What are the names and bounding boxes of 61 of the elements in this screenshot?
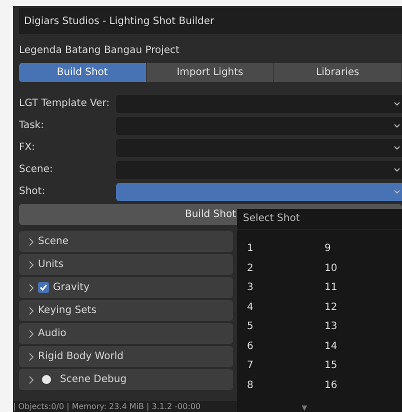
menu-item[interactable]: 6: [247, 336, 324, 356]
menu-item[interactable]: 11: [324, 278, 402, 298]
panel-label: Scene Debug: [60, 374, 127, 385]
menu-item[interactable]: 4: [247, 298, 324, 317]
menu-item[interactable]: 7: [247, 356, 324, 376]
panel-label: Rigid Body World: [38, 351, 124, 362]
chevron-right-icon: [29, 238, 34, 246]
panel-header[interactable]: Keying Sets: [19, 300, 233, 321]
menu-item[interactable]: 16: [324, 376, 402, 395]
dropdown-field[interactable]: [116, 160, 402, 178]
menu-item[interactable]: 8: [247, 376, 324, 395]
menu-item[interactable]: 13: [324, 317, 402, 336]
panel-header[interactable]: Units: [19, 254, 233, 275]
tab[interactable]: Import Lights: [146, 63, 274, 82]
status-text: | Objects:0/0 | Memory: 23.4 MiB | 3.1.2 -00:00: [13, 402, 201, 411]
project-label: Legenda Batang Bangau Project: [19, 44, 180, 58]
dropdown-field[interactable]: [116, 94, 402, 112]
panel-label: Keying Sets: [38, 305, 96, 316]
chevron-right-icon: [29, 306, 34, 314]
menu-item[interactable]: 15: [324, 356, 402, 376]
checkbox[interactable]: [38, 282, 49, 293]
chevron-right-icon: [29, 284, 34, 292]
menu-item[interactable]: 9: [324, 239, 402, 258]
chevron-right-icon: [29, 330, 34, 338]
menu-item[interactable]: 1: [247, 239, 324, 258]
chevron-down-icon: [394, 102, 400, 106]
field-label: Scene:: [19, 164, 54, 175]
menu-item[interactable]: 14: [324, 336, 402, 356]
tab[interactable]: Libraries: [274, 63, 402, 82]
menu-item[interactable]: 10: [324, 258, 402, 278]
menu-item[interactable]: 3: [247, 278, 324, 298]
chevron-down-icon: [394, 168, 400, 172]
panel-header[interactable]: Rigid Body World: [19, 346, 233, 367]
panel-label: Units: [38, 259, 64, 270]
menu-item[interactable]: 5: [247, 317, 324, 336]
chevron-down-icon: [394, 124, 400, 128]
popup-title: Select Shot: [237, 209, 402, 230]
panel-header[interactable]: Audio: [19, 323, 233, 344]
chevron-right-icon: [29, 376, 34, 384]
tab[interactable]: Build Shot: [19, 63, 147, 82]
menu-item[interactable]: 2: [247, 258, 324, 278]
chevron-down-icon: [394, 146, 400, 150]
panel-header[interactable]: Gravity: [19, 277, 233, 298]
field-label: Shot:: [19, 186, 46, 197]
field-label: LGT Template Ver:: [19, 98, 111, 109]
chevron-right-icon: [29, 352, 34, 360]
dropdown-field[interactable]: [116, 182, 402, 200]
chevron-down-icon: [394, 190, 400, 194]
panel-label: Scene: [38, 236, 68, 247]
dropdown-field[interactable]: [116, 116, 402, 134]
chevron-right-icon: [29, 260, 34, 268]
menu-item[interactable]: 12: [324, 298, 402, 317]
panel-header[interactable]: Scene Debug: [19, 369, 233, 390]
field-label: FX:: [19, 142, 36, 153]
dropdown-field[interactable]: [116, 138, 402, 156]
panel-header[interactable]: Scene: [19, 231, 233, 252]
field-label: Task:: [19, 120, 45, 131]
window-title: Digiars Studios - Lighting Shot Builder: [24, 16, 214, 26]
panel-label: Gravity: [53, 282, 90, 293]
dot-icon: [42, 375, 51, 384]
panel-label: Audio: [38, 328, 66, 339]
